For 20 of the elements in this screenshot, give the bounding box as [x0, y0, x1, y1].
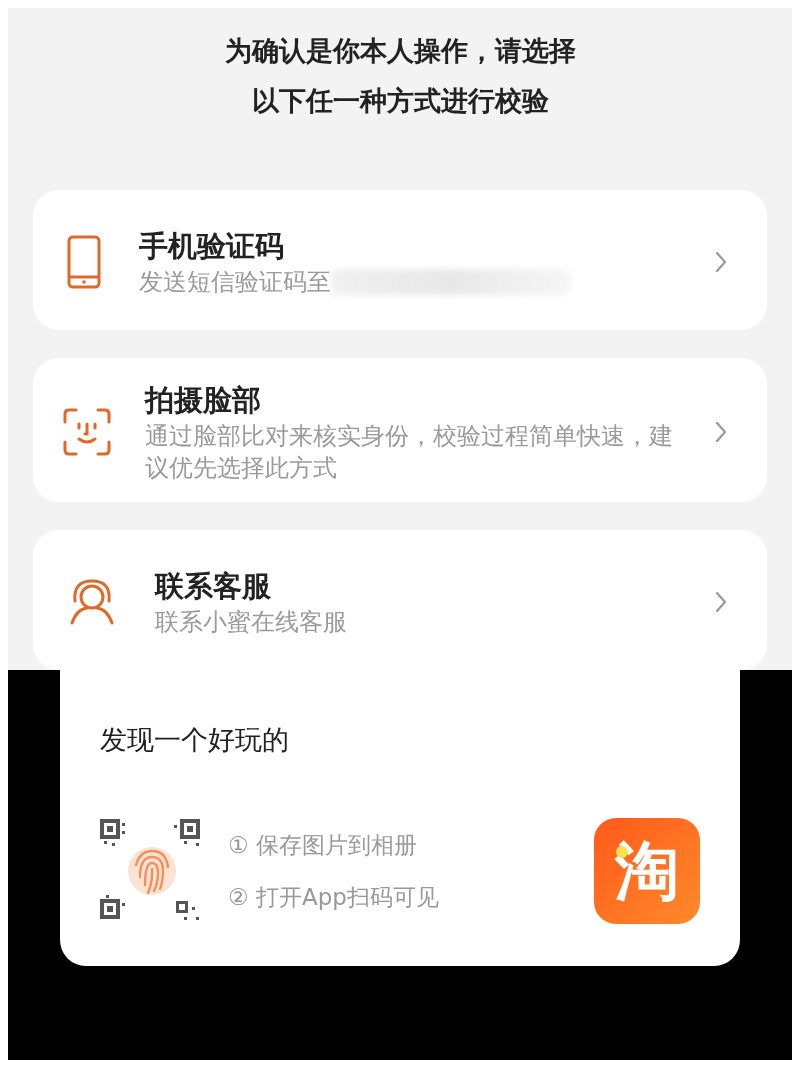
option-title: 联系客服 — [155, 568, 272, 605]
chevron-right-icon — [715, 421, 727, 443]
verification-option-card[interactable]: 拍摄脸部 通过脸部比对来核实身份，校验过程简单快速，建议优先选择此方式 — [33, 358, 767, 502]
instruction-step: ② 打开App扫码可见 — [228, 880, 594, 914]
share-title: 发现一个好玩的 — [100, 723, 290, 757]
face-scan-icon — [63, 408, 111, 456]
app-logo: 淘 — [594, 818, 700, 924]
verification-option-card[interactable]: 联系客服 联系小蜜在线客服 — [33, 530, 767, 670]
phone-icon — [67, 235, 101, 289]
verification-option-card[interactable]: 手机验证码 发送短信验证码至 — [33, 190, 767, 330]
option-description: 通过脸部比对来核实身份，校验过程简单快速，建议优先选择此方式 — [145, 421, 674, 484]
page-heading: 以下任一种方式进行校验 — [251, 84, 549, 118]
option-title: 拍摄脸部 — [145, 382, 262, 419]
instruction-step: ① 保存图片到相册 — [228, 828, 594, 862]
option-title: 手机验证码 — [139, 228, 285, 265]
option-description: 联系小蜜在线客服 — [155, 607, 347, 638]
chevron-right-icon — [715, 251, 727, 273]
option-description: 发送短信验证码至 — [139, 267, 331, 298]
chevron-right-icon — [715, 591, 727, 613]
page-heading: 为确认是你本人操作，请选择 — [224, 34, 576, 68]
